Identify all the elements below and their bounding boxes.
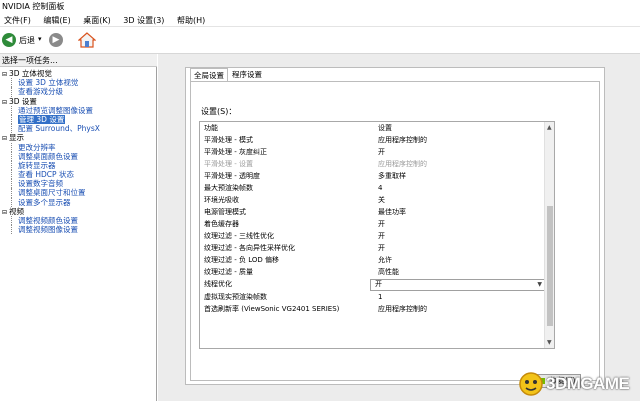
tree-item-desktop-color[interactable]: 调整桌面颜色设置 xyxy=(0,151,157,162)
tree-item-surround-physx[interactable]: 配置 Surround、PhysX xyxy=(0,124,157,134)
table-row[interactable]: 电源管理模式 最佳功率 xyxy=(200,207,546,219)
tree-category-3d-settings[interactable]: ⊟ 3D 设置 xyxy=(0,97,157,106)
forward-arrow-icon[interactable]: ▶ xyxy=(49,33,63,47)
title-bar: NVIDIA 控制面板 xyxy=(0,0,640,14)
watermark-text: 3DMGAME xyxy=(546,374,630,393)
tree-item-setup-3d-stereo[interactable]: 设置 3D 立体视觉 xyxy=(0,78,157,88)
watermark: 3DMGAME xyxy=(518,367,640,401)
table-row[interactable]: 最大预渲染帧数 4 xyxy=(200,183,546,195)
table-row[interactable]: 环境光吸收关 xyxy=(200,195,546,207)
task-tree: ⊟ 3D 立体视觉 设置 3D 立体视觉 查看游戏分级 ⊟ 3D 设置 通过预览调整… xyxy=(0,69,157,235)
table-row[interactable]: 平滑处理 - 模式 应用程序控制的 xyxy=(200,135,546,147)
table-row[interactable]: 平滑处理 - 灰度纠正开 xyxy=(200,147,546,159)
tree-item-game-ratings[interactable]: 查看游戏分级 xyxy=(0,87,157,97)
table-row[interactable]: 纹理过滤 - 负 LOD 偏移 允许 xyxy=(200,255,546,267)
table-row[interactable]: 线程优化 开 ▼ xyxy=(200,279,546,291)
tree-item-preview-image-settings[interactable]: 通过预览调整图像设置 xyxy=(0,105,157,116)
tree-item-video-color[interactable]: 调整视频颜色设置 xyxy=(0,216,157,226)
settings-table: 功能 设置 平滑处理 - 模式 应用程序控制的 平滑处理 - 灰度纠正开 平滑处理… xyxy=(199,121,555,349)
tree-item-rotate-display[interactable]: 旋转显示器 xyxy=(0,160,157,171)
home-icon[interactable] xyxy=(78,31,96,49)
main-panel: 全局设置 程序设置 设置(S)： 功能 设置 平滑处理 - 模式 应用程序控制的 … xyxy=(158,54,640,401)
table-row: 平滑处理 - 设置 应用程序控制的 xyxy=(204,160,427,168)
column-header-feature: 功能 xyxy=(204,124,218,132)
history-dropdown-icon[interactable]: ▾ xyxy=(38,35,42,43)
settings-label: 设置(S)： xyxy=(201,107,237,116)
table-row[interactable]: 纹理过滤 - 各向异性采样优化开 xyxy=(200,243,546,255)
scroll-down-icon[interactable]: ▼ xyxy=(547,339,552,346)
watermark-logo-icon xyxy=(519,372,543,396)
back-arrow-icon[interactable]: ◀ xyxy=(2,33,16,47)
table-row[interactable]: 纹理过滤 - 三线性优化开 xyxy=(200,231,546,243)
tab-global-settings[interactable]: 全局设置 xyxy=(190,68,228,81)
tree-item-hdcp-status[interactable]: 查看 HDCP 状态 xyxy=(0,170,157,180)
chevron-down-icon[interactable]: ▼ xyxy=(537,279,542,291)
menu-bar: 文件(F) 编辑(E) 桌面(K) 3D 设置(3) 帮助(H) xyxy=(0,14,640,27)
menu-file[interactable]: 文件(F) xyxy=(4,14,31,27)
tab-program-settings[interactable]: 程序设置 xyxy=(229,68,265,81)
column-header-value: 设置 xyxy=(378,124,392,132)
menu-desktop[interactable]: 桌面(K) xyxy=(83,14,111,27)
thread-optimization-dropdown[interactable]: 开 ▼ xyxy=(370,279,546,291)
tree-category-3d-stereo[interactable]: ⊟ 3D 立体视觉 xyxy=(0,69,157,78)
back-button-label[interactable]: 后退 xyxy=(19,35,35,46)
tree-item-multiple-displays[interactable]: 设置多个显示器 xyxy=(0,197,157,208)
table-row[interactable]: 着色缓存器开 xyxy=(200,219,546,231)
tree-category-video[interactable]: ⊟ 视频 xyxy=(0,207,157,216)
window-title: NVIDIA 控制面板 xyxy=(2,2,65,11)
tree-item-video-image[interactable]: 调整视频图像设置 xyxy=(0,225,157,235)
task-panel-header: 选择一项任务... xyxy=(0,54,157,67)
tree-item-manage-3d-settings[interactable]: 管理 3D 设置 xyxy=(0,114,157,125)
toolbar: ◀ 后退 ▾ ▶ xyxy=(0,28,640,54)
menu-help[interactable]: 帮助(H) xyxy=(177,14,205,27)
table-row[interactable]: 虚拟现实预渲染帧数 1 xyxy=(200,292,546,304)
table-row[interactable]: 首选刷新率 (ViewSonic VG2401 SERIES) 应用程序控制的 xyxy=(200,304,546,316)
task-panel: 选择一项任务... ⊟ 3D 立体视觉 设置 3D 立体视觉 查看游戏分级 ⊟ 3D… xyxy=(0,54,157,401)
menu-edit[interactable]: 编辑(E) xyxy=(43,14,70,27)
table-row[interactable]: 平滑处理 - 透明度 多重取样 xyxy=(200,171,546,183)
table-scrollbar[interactable]: ▲ ▼ xyxy=(544,122,554,348)
menu-3d-settings[interactable]: 3D 设置(3) xyxy=(123,14,164,27)
scroll-up-icon[interactable]: ▲ xyxy=(547,124,552,131)
tree-category-display[interactable]: ⊟ 显示 xyxy=(0,133,157,142)
tree-item-desktop-size-position[interactable]: 调整桌面尺寸和位置 xyxy=(0,188,157,198)
table-row[interactable]: 纹理过滤 - 质量 高性能 xyxy=(200,267,546,279)
table-header: 功能 设置 xyxy=(200,123,546,135)
settings-container: 全局设置 程序设置 设置(S)： 功能 设置 平滑处理 - 模式 应用程序控制的 … xyxy=(185,67,605,388)
tree-item-change-resolution[interactable]: 更改分辨率 xyxy=(0,142,157,152)
tab-panel: 设置(S)： 功能 设置 平滑处理 - 模式 应用程序控制的 平滑处理 - 灰度纠… xyxy=(190,81,600,388)
scrollbar-thumb[interactable] xyxy=(547,206,553,326)
